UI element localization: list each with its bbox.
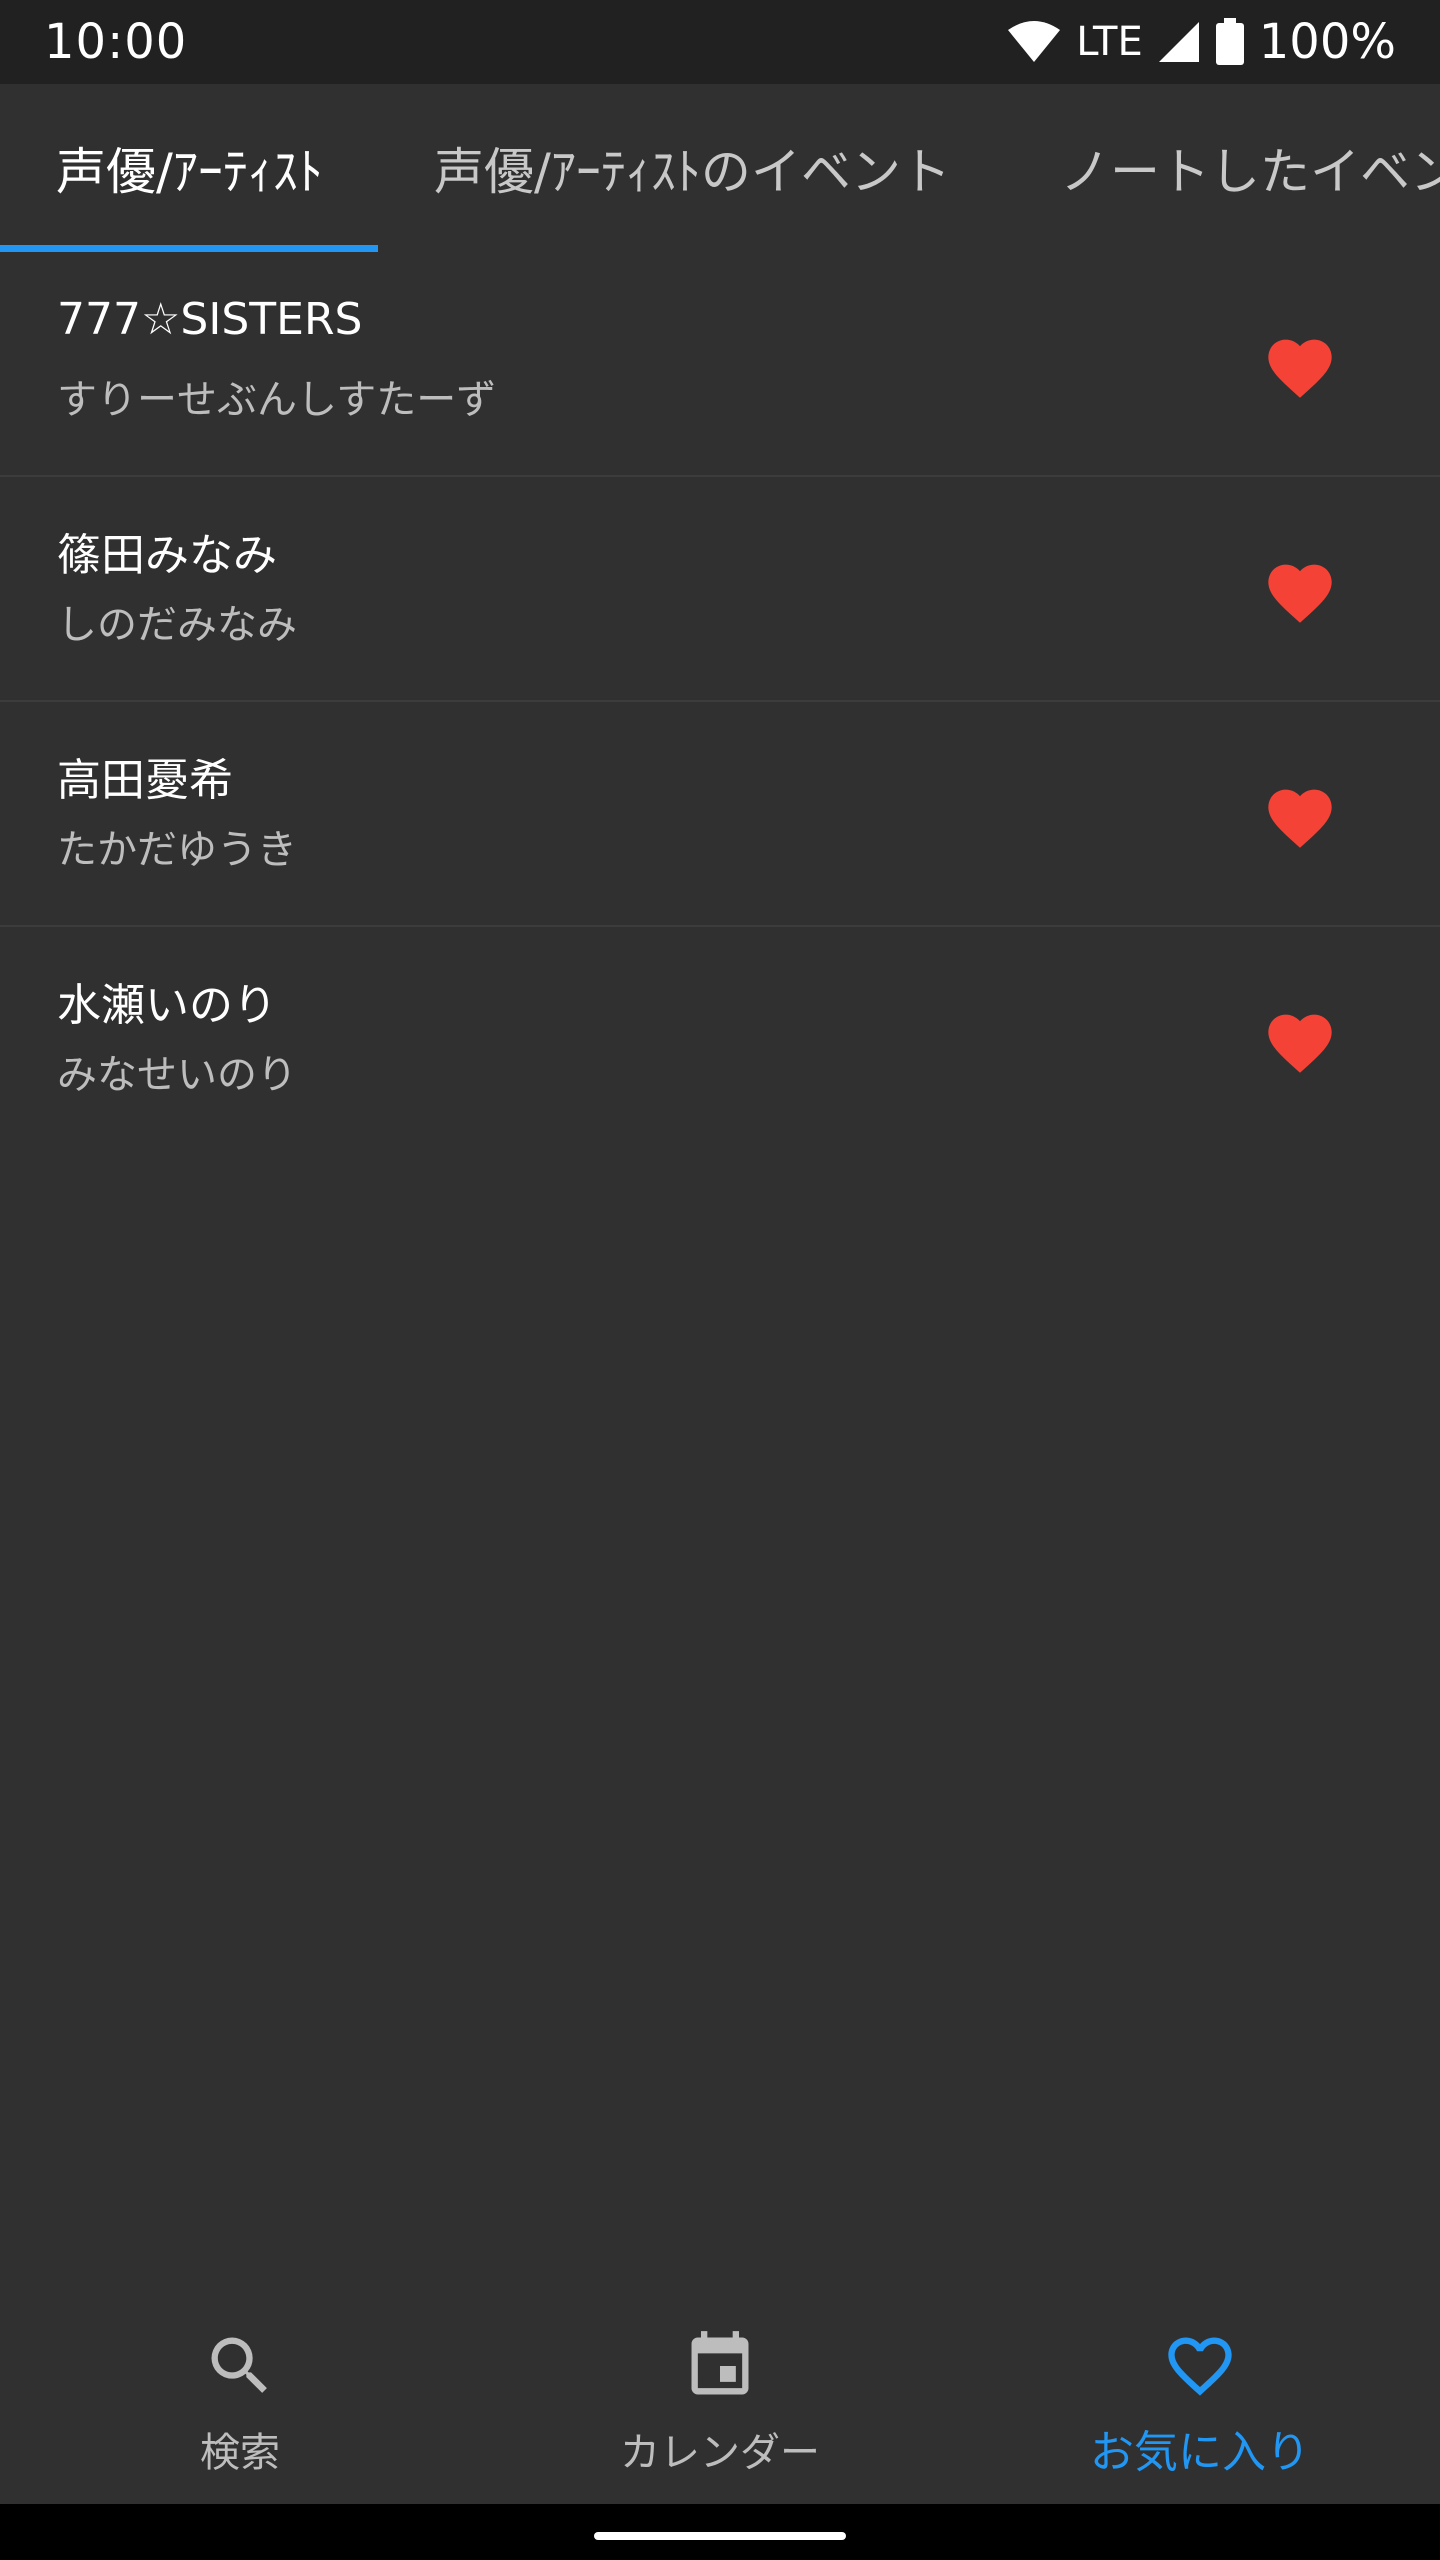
tab-bar: 声優/ｱｰﾃｨｽﾄ 声優/ｱｰﾃｨｽﾄのイベント ノートしたイベント (0, 84, 1440, 252)
nav-calendar-label: カレンダー (620, 2430, 820, 2476)
calendar-icon (691, 2331, 749, 2395)
list-item[interactable]: 高田憂希 たかだゆうき (0, 702, 1440, 927)
heart-icon[interactable] (1262, 555, 1338, 625)
status-icons: LTE 100% (1006, 14, 1396, 70)
heart-icon[interactable] (1262, 1005, 1338, 1075)
nav-search-label: 検索 (200, 2430, 280, 2476)
nav-calendar[interactable]: カレンダー (480, 2300, 960, 2504)
favorite-artist-list: 777☆SISTERS すりーせぶんしすたーず 篠田みなみ しのだみなみ 高田憂… (0, 252, 1440, 1152)
heart-icon[interactable] (1262, 330, 1338, 400)
nav-favorites-label: お気に入り (1090, 2427, 1310, 2478)
signal-icon (1158, 22, 1199, 62)
battery-percent: 100% (1258, 14, 1396, 70)
heart-icon[interactable] (1262, 780, 1338, 850)
system-gesture-bar (0, 2504, 1440, 2560)
tab-artists[interactable]: 声優/ｱｰﾃｨｽﾄ (56, 84, 323, 252)
list-item[interactable]: 水瀬いのり みなせいのり (0, 927, 1440, 1152)
tab-artist-events[interactable]: 声優/ｱｰﾃｨｽﾄのイベント (434, 84, 951, 252)
list-item[interactable]: 篠田みなみ しのだみなみ (0, 477, 1440, 702)
artist-kana: たかだゆうき (57, 827, 297, 873)
tab-noted-events[interactable]: ノートしたイベント (1060, 84, 1440, 252)
search-icon (211, 2337, 267, 2393)
artist-kana: しのだみなみ (57, 602, 297, 648)
wifi-icon (1008, 21, 1061, 62)
nav-favorites[interactable]: お気に入り (960, 2300, 1440, 2504)
artist-kana: すりーせぶんしすたーず (57, 377, 497, 423)
battery-icon (1215, 18, 1244, 65)
artist-name: 水瀬いのり (57, 980, 277, 1031)
status-bar: 10:00 LTE 100% (0, 0, 1440, 84)
home-gesture-handle[interactable] (594, 2532, 846, 2540)
tab-indicator (0, 245, 378, 252)
nav-search[interactable]: 検索 (0, 2300, 480, 2504)
artist-name: 高田憂希 (57, 755, 233, 806)
list-item[interactable]: 777☆SISTERS すりーせぶんしすたーず (0, 252, 1440, 477)
heart-outline-icon (1168, 2337, 1232, 2396)
bottom-navigation: 検索 カレンダー お気に入り (0, 2300, 1440, 2504)
network-type: LTE (1076, 19, 1143, 65)
artist-name: 篠田みなみ (57, 530, 277, 581)
artist-name: 777☆SISTERS (57, 294, 363, 345)
artist-kana: みなせいのり (57, 1052, 297, 1098)
app-screen: 10:00 LTE 100% 声優/ｱｰﾃｨｽﾄ 声優/ｱｰﾃｨｽﾄのイベント … (0, 0, 1440, 2560)
status-time: 10:00 (44, 14, 188, 70)
